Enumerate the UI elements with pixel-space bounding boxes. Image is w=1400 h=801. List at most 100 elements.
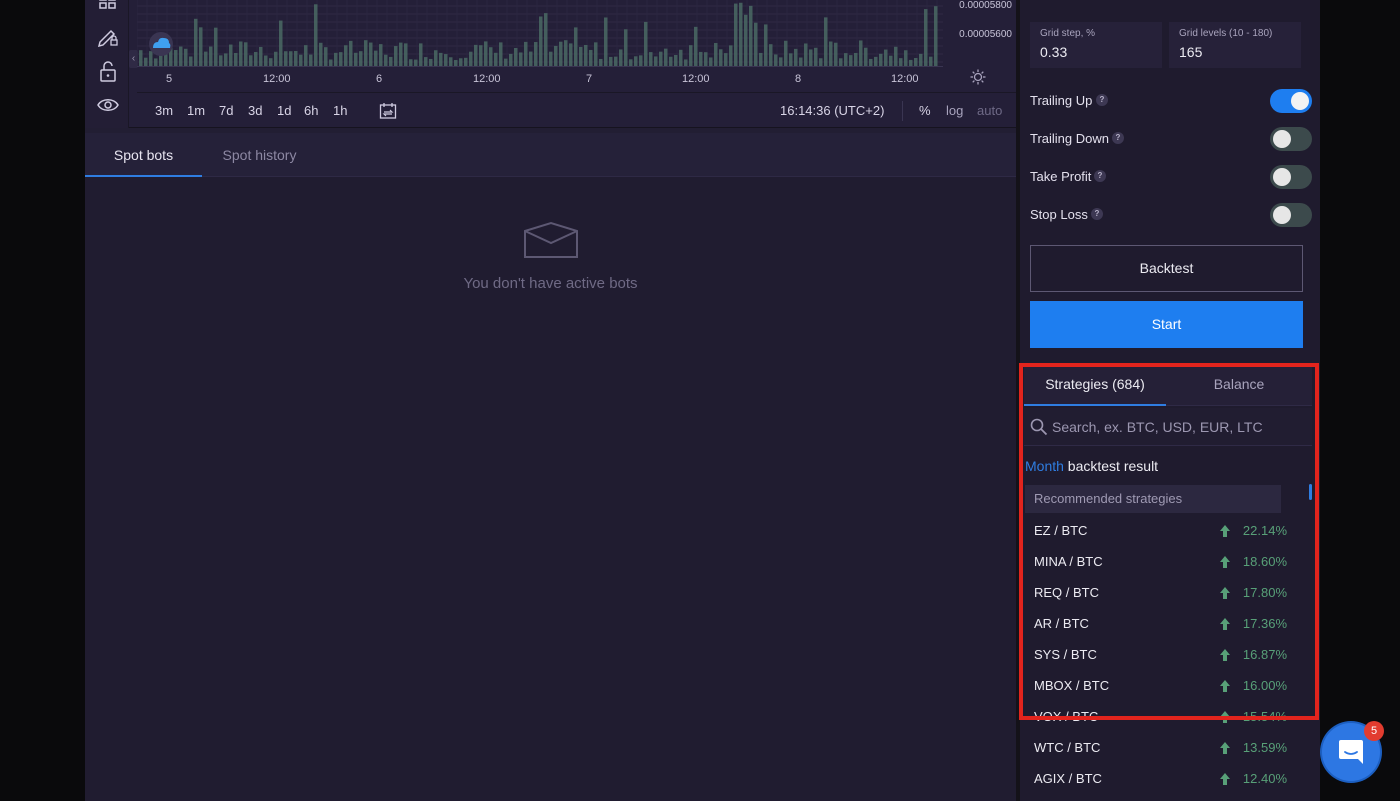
- volume-bar: [244, 42, 248, 66]
- volume-bar: [554, 45, 558, 66]
- tab-balance[interactable]: Balance: [1166, 364, 1312, 406]
- log-scale-button[interactable]: log: [946, 103, 963, 118]
- strategy-row[interactable]: VOX / BTC 15.54%: [1025, 701, 1295, 732]
- volume-bar: [269, 58, 273, 66]
- search-input[interactable]: [1052, 408, 1307, 446]
- trailing-up-toggle[interactable]: [1270, 89, 1312, 113]
- strategy-row[interactable]: MINA / BTC 18.60%: [1025, 546, 1295, 577]
- range-1d-button[interactable]: 1d: [277, 103, 291, 118]
- strategy-return: 17.80%: [1242, 585, 1287, 600]
- backtest-button[interactable]: Backtest: [1030, 245, 1303, 292]
- start-button[interactable]: Start: [1030, 301, 1303, 348]
- volume-bar: [779, 57, 783, 66]
- percent-scale-button[interactable]: %: [919, 103, 931, 118]
- grid-step-field[interactable]: Grid step, % 0.33: [1030, 22, 1162, 68]
- help-icon[interactable]: ?: [1096, 94, 1108, 106]
- strategy-row[interactable]: SYS / BTC 16.87%: [1025, 639, 1295, 670]
- trailing-up-label: Trailing Up: [1030, 93, 1093, 108]
- trailing-down-toggle[interactable]: [1270, 127, 1312, 151]
- grid-step-label: Grid step, %: [1040, 28, 1096, 39]
- volume-bar: [709, 57, 713, 66]
- result-period-link[interactable]: Month: [1025, 458, 1064, 474]
- grid-icon[interactable]: [97, 0, 119, 16]
- strategy-row[interactable]: EZ / BTC 22.14%: [1025, 515, 1295, 546]
- date-range-icon[interactable]: [379, 102, 397, 120]
- tab-spot-history[interactable]: Spot history: [202, 133, 317, 177]
- list-scrollbar[interactable]: [1309, 484, 1312, 500]
- help-icon[interactable]: ?: [1112, 132, 1124, 144]
- unlock-icon[interactable]: [97, 61, 119, 83]
- range-3d-button[interactable]: 3d: [248, 103, 262, 118]
- volume-bar: [774, 54, 778, 66]
- volume-bar: [649, 52, 653, 66]
- volume-bar: [184, 48, 188, 66]
- volume-bar: [664, 48, 668, 66]
- grid-levels-field[interactable]: Grid levels (10 - 180) 165: [1169, 22, 1301, 68]
- strategy-return: 16.87%: [1242, 647, 1287, 662]
- strategy-row[interactable]: MBOX / BTC 16.00%: [1025, 670, 1295, 701]
- backtest-result-heading: Month backtest result: [1025, 458, 1158, 474]
- notification-badge: 5: [1364, 721, 1384, 741]
- volume-bars: [137, 0, 943, 66]
- up-arrow-icon: [1220, 711, 1230, 723]
- grid-levels-value[interactable]: 165: [1179, 44, 1202, 60]
- strategy-row[interactable]: AGIX / BTC 12.40%: [1025, 763, 1295, 794]
- volume-bar: [694, 26, 698, 66]
- volume-bar: [819, 58, 823, 66]
- eye-icon[interactable]: [97, 97, 119, 119]
- up-arrow-icon: [1220, 742, 1230, 754]
- strategy-return: 17.36%: [1242, 616, 1287, 631]
- auto-scale-button[interactable]: auto: [977, 103, 1002, 118]
- volume-bar: [254, 51, 258, 66]
- up-arrow-icon: [1220, 556, 1230, 568]
- volume-bar: [934, 6, 938, 66]
- toggle-knob: [1273, 130, 1291, 148]
- up-arrow-icon: [1220, 680, 1230, 692]
- time-axis: 5 12:00 6 12:00 7 12:00 8 12:00: [137, 66, 943, 92]
- volume-bar: [759, 52, 763, 66]
- range-1m-button[interactable]: 1m: [187, 103, 205, 118]
- volume-bar: [149, 51, 153, 66]
- take-profit-toggle[interactable]: [1270, 165, 1312, 189]
- range-1h-button[interactable]: 1h: [333, 103, 347, 118]
- volume-bar: [864, 47, 868, 66]
- volume-bar: [724, 53, 728, 66]
- result-text: backtest result: [1063, 458, 1159, 474]
- volume-bar: [139, 50, 143, 66]
- strategy-row[interactable]: REQ / BTC 17.80%: [1025, 577, 1295, 608]
- chart-settings-icon[interactable]: [969, 69, 987, 87]
- price-label: 0.00005600: [959, 29, 1012, 40]
- pencil-lock-icon[interactable]: [97, 25, 119, 48]
- strategy-return: 22.14%: [1242, 523, 1287, 538]
- price-chart[interactable]: ‹ 0.00005800 0.00005600 5 12:00 6 12:00 …: [85, 0, 1016, 128]
- help-icon[interactable]: ?: [1094, 170, 1106, 182]
- strategy-row[interactable]: WTC / BTC 13.59%: [1025, 732, 1295, 763]
- range-3m-button[interactable]: 3m: [155, 103, 173, 118]
- range-7d-button[interactable]: 7d: [219, 103, 233, 118]
- volume-bar: [214, 27, 218, 66]
- volume-bar: [679, 49, 683, 66]
- tab-strategies[interactable]: Strategies (684): [1024, 364, 1166, 406]
- volume-bar: [404, 43, 408, 66]
- empty-state: You don't have active bots: [85, 177, 1016, 801]
- volume-bar: [919, 53, 923, 66]
- volume-bar: [399, 42, 403, 66]
- trailing-down-row: Trailing Down ?: [1030, 127, 1312, 151]
- volume-bar: [569, 43, 573, 66]
- tab-spot-bots[interactable]: Spot bots: [85, 133, 202, 177]
- volume-bar: [174, 50, 178, 66]
- strategy-row[interactable]: AR / BTC 17.36%: [1025, 608, 1295, 639]
- volume-bar: [374, 50, 378, 66]
- volume-bar: [754, 22, 758, 66]
- volume-bar: [224, 53, 228, 66]
- help-icon[interactable]: ?: [1091, 208, 1103, 220]
- range-6h-button[interactable]: 6h: [304, 103, 318, 118]
- volume-bar: [359, 51, 363, 66]
- volume-bar: [589, 49, 593, 66]
- search-icon: [1030, 418, 1048, 436]
- grid-step-value[interactable]: 0.33: [1040, 44, 1067, 60]
- volume-bar: [229, 44, 233, 66]
- volume-bar: [209, 46, 213, 66]
- volume-bar: [539, 16, 543, 66]
- stop-loss-toggle[interactable]: [1270, 203, 1312, 227]
